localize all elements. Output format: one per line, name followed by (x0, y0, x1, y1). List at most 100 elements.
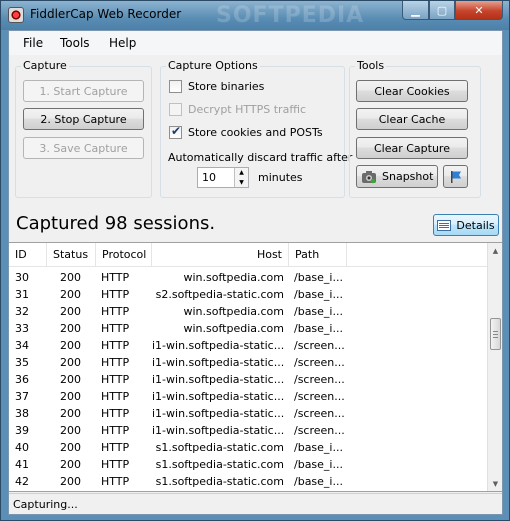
cell-status: 200 (60, 390, 81, 403)
snapshot-label: Snapshot (382, 170, 434, 183)
captured-sessions-label: Captured 98 sessions. (16, 213, 216, 234)
cell-id: 41 (15, 458, 29, 471)
details-list-icon (437, 219, 452, 231)
cell-protocol: HTTP (101, 458, 130, 471)
table-row[interactable]: 35 200 HTTP i1-win.softpedia-static... /… (9, 354, 487, 371)
cell-host: i1-win.softpedia-static... (152, 390, 284, 403)
clear-cache-button[interactable]: Clear Cache (356, 108, 468, 130)
store-cookies-option[interactable]: Store cookies and POSTs (169, 124, 323, 139)
cell-host: win.softpedia.com (183, 305, 285, 318)
table-row[interactable]: 42 200 HTTP s1.softpedia-static.com /bas… (9, 473, 487, 490)
cell-status: 200 (60, 288, 81, 301)
grip-line (493, 337, 498, 338)
cell-id: 31 (15, 288, 29, 301)
store-cookies-checkbox[interactable] (169, 124, 182, 139)
table-row[interactable]: 36 200 HTTP i1-win.softpedia-static... /… (9, 371, 487, 388)
table-row[interactable]: 38 200 HTTP i1-win.softpedia-static... /… (9, 405, 487, 422)
snapshot-button[interactable]: Snapshot (356, 165, 438, 188)
menu-help[interactable]: Help (109, 36, 136, 50)
cell-id: 36 (15, 373, 29, 386)
cell-id: 34 (15, 339, 29, 352)
discard-minutes-input[interactable] (198, 168, 236, 187)
cell-host: s1.softpedia-static.com (155, 458, 284, 471)
cell-status: 200 (60, 441, 81, 454)
column-header-path[interactable]: Path (289, 243, 347, 267)
cell-status: 200 (60, 458, 81, 471)
window-title: FiddlerCap Web Recorder (30, 7, 182, 21)
capture-options-title: Capture Options (166, 59, 260, 72)
column-header-status[interactable]: Status (47, 243, 96, 267)
cell-path: /screen... (294, 390, 345, 403)
app-window: FiddlerCap Web Recorder SOFTPEDIA ▁ ▢ ✕ … (0, 0, 510, 521)
decrypt-https-option: Decrypt HTTPS traffic (169, 103, 306, 116)
discard-traffic-label: Automatically discard traffic after (168, 151, 353, 164)
cell-id: 32 (15, 305, 29, 318)
store-binaries-label: Store binaries (188, 80, 265, 93)
scrollbar-thumb[interactable] (490, 318, 501, 350)
table-row[interactable]: 33 200 HTTP win.softpedia.com /base_i... (9, 320, 487, 337)
fiddlercap-app-icon[interactable] (8, 7, 24, 23)
cell-path: /screen... (294, 356, 345, 369)
column-header-host[interactable]: Host (152, 243, 289, 267)
cell-status: 200 (60, 407, 81, 420)
close-button[interactable]: ✕ (455, 1, 503, 20)
table-row[interactable]: 39 200 HTTP i1-win.softpedia-static... /… (9, 422, 487, 439)
cell-path: /base_i... (294, 475, 343, 488)
menu-file[interactable]: File (23, 36, 43, 50)
cell-path: /base_i... (294, 288, 343, 301)
cell-id: 30 (15, 271, 29, 284)
cell-path: /base_i... (294, 322, 343, 335)
table-row[interactable]: 40 200 HTTP s1.softpedia-static.com /bas… (9, 439, 487, 456)
table-row[interactable]: 32 200 HTTP win.softpedia.com /base_i... (9, 303, 487, 320)
grip-line (493, 331, 498, 332)
cell-protocol: HTTP (101, 288, 130, 301)
cell-protocol: HTTP (101, 407, 130, 420)
close-icon: ✕ (474, 3, 484, 17)
scroll-down-arrow-icon[interactable]: ▼ (488, 476, 502, 491)
cell-path: /base_i... (294, 441, 343, 454)
cell-host: s1.softpedia-static.com (155, 475, 284, 488)
menu-tools[interactable]: Tools (60, 36, 90, 50)
vertical-scrollbar[interactable]: ▲ ▼ (487, 243, 502, 491)
cell-path: /screen... (294, 407, 345, 420)
cell-protocol: HTTP (101, 339, 130, 352)
cell-protocol: HTTP (101, 356, 130, 369)
spin-down-arrow-icon[interactable]: ▼ (234, 177, 248, 187)
flag-button[interactable] (443, 165, 468, 188)
cell-host: win.softpedia.com (183, 271, 285, 284)
cell-path: /base_i... (294, 458, 343, 471)
discard-minutes-spinner[interactable]: ▲ ▼ (197, 167, 249, 188)
cell-id: 37 (15, 390, 29, 403)
table-row[interactable]: 31 200 HTTP s2.softpedia-static.com /bas… (9, 286, 487, 303)
details-button[interactable]: Details (433, 214, 499, 236)
details-label: Details (456, 218, 495, 232)
cell-protocol: HTTP (101, 305, 130, 318)
start-capture-button[interactable]: 1. Start Capture (23, 80, 144, 102)
table-row[interactable]: 30 200 HTTP win.softpedia.com /base_i... (9, 269, 487, 286)
title-bar[interactable]: FiddlerCap Web Recorder SOFTPEDIA ▁ ▢ ✕ (1, 1, 509, 30)
clear-cookies-button[interactable]: Clear Cookies (356, 80, 468, 102)
store-binaries-option[interactable]: Store binaries (169, 80, 264, 93)
table-row[interactable]: 41 200 HTTP s1.softpedia-static.com /bas… (9, 456, 487, 473)
table-row[interactable]: 37 200 HTTP i1-win.softpedia-static... /… (9, 388, 487, 405)
status-text: Capturing... (13, 498, 78, 511)
store-binaries-checkbox[interactable] (169, 80, 182, 93)
scroll-up-arrow-icon[interactable]: ▲ (488, 243, 502, 258)
table-row[interactable]: 34 200 HTTP i1-win.softpedia-static... /… (9, 337, 487, 354)
column-header-id[interactable]: ID (9, 243, 47, 267)
cell-host: i1-win.softpedia-static... (152, 373, 284, 386)
column-header-protocol[interactable]: Protocol (96, 243, 152, 267)
save-capture-button[interactable]: 3. Save Capture (23, 137, 144, 159)
clear-capture-button[interactable]: Clear Capture (356, 137, 468, 159)
minimize-button[interactable]: ▁ (402, 1, 429, 20)
cell-path: /base_i... (294, 271, 343, 284)
stop-capture-button[interactable]: 2. Stop Capture (23, 108, 144, 130)
minutes-label: minutes (258, 171, 303, 184)
cell-id: 35 (15, 356, 29, 369)
cell-path: /screen... (294, 339, 345, 352)
sessions-grid[interactable]: ID Status Protocol Host Path 30 200 HTTP… (9, 242, 502, 492)
maximize-button[interactable]: ▢ (429, 1, 455, 20)
status-bar: Capturing... (9, 493, 502, 514)
cell-host: i1-win.softpedia-static... (152, 424, 284, 437)
capture-group-title: Capture (21, 59, 69, 72)
